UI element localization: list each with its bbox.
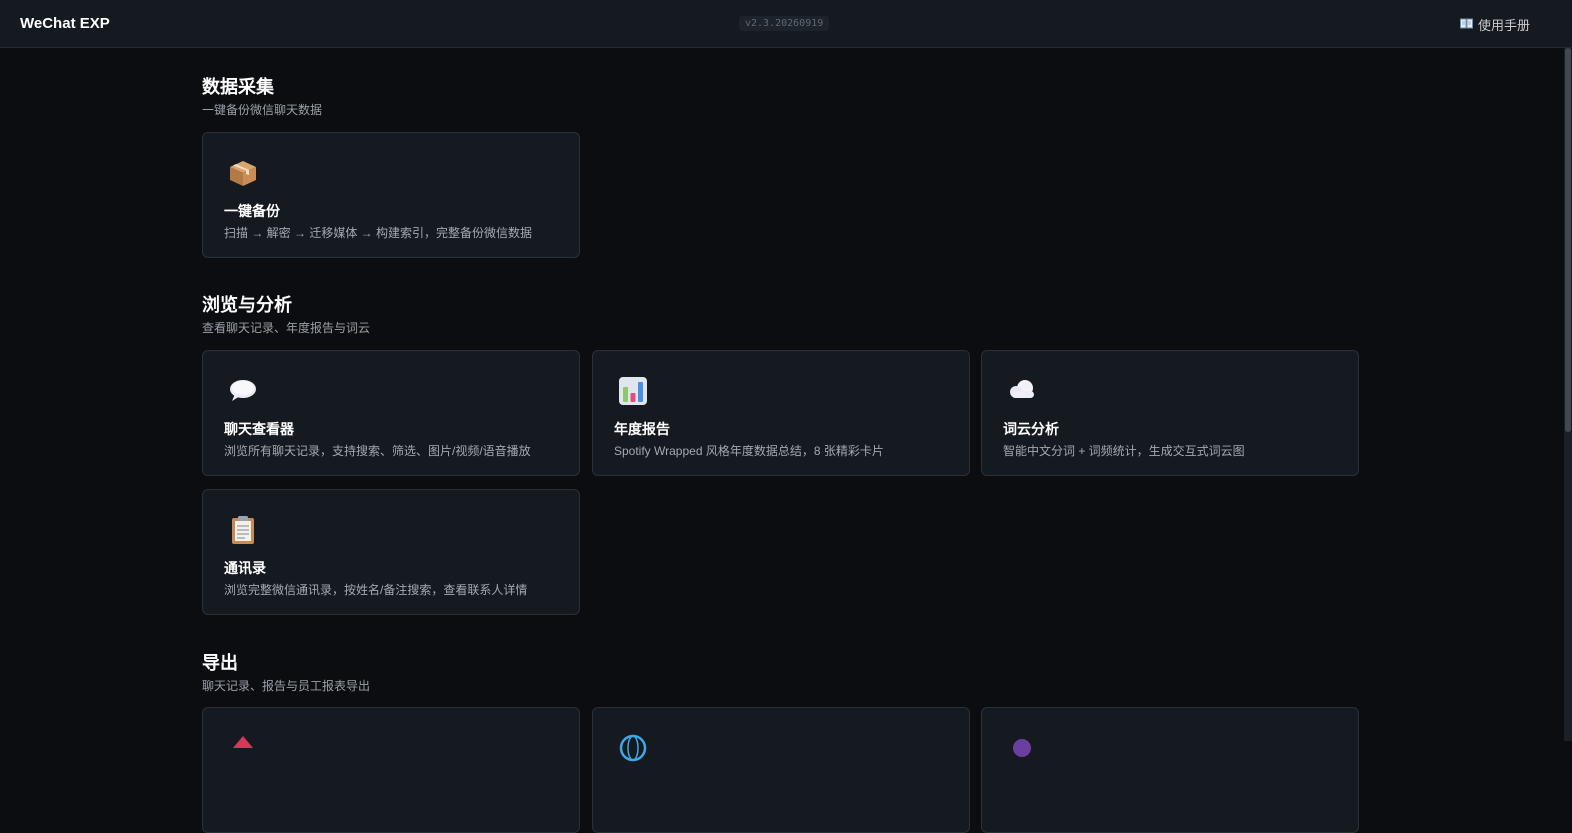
section-subtitle-export: 聊天记录、报告与员工报表导出 — [202, 679, 371, 693]
card-title: 词云分析 — [1003, 421, 1059, 437]
section-subtitle-browse-analysis: 查看聊天记录、年度报告与词云 — [202, 321, 371, 335]
card-description: 浏览完整微信通讯录，按姓名/备注搜索，查看联系人详情 — [224, 583, 528, 597]
card-export-2[interactable] — [592, 707, 970, 833]
bar-chart-icon — [617, 375, 649, 407]
version-badge: v2.3.20260919 — [739, 16, 830, 31]
card-description: 浏览所有聊天记录，支持搜索、筛选、图片/视频/语音播放 — [224, 444, 531, 458]
card-annual-report[interactable]: 年度报告 Spotify Wrapped 风格年度数据总结，8 张精彩卡片 — [592, 350, 970, 476]
card-description: Spotify Wrapped 风格年度数据总结，8 张精彩卡片 — [614, 444, 884, 458]
card-contacts[interactable]: 通讯录 浏览完整微信通讯录，按姓名/备注搜索，查看联系人详情 — [202, 489, 580, 615]
card-description: 扫描 → 解密 → 迁移媒体 → 构建索引，完整备份微信数据 — [224, 226, 533, 240]
section-title-data-collection: 数据采集 — [202, 77, 274, 97]
section-title-export: 导出 — [202, 653, 238, 673]
section-subtitle-data-collection: 一键备份微信聊天数据 — [202, 103, 323, 117]
card-title: 年度报告 — [614, 421, 670, 437]
app-brand[interactable]: WeChat EXP — [20, 15, 110, 32]
card-one-click-backup[interactable]: 一键备份 扫描 → 解密 → 迁移媒体 → 构建索引，完整备份微信数据 — [202, 132, 580, 258]
card-description: 智能中文分词 + 词频统计，生成交互式词云图 — [1003, 444, 1245, 458]
user-manual-link[interactable]: 使用手册 — [1459, 15, 1530, 34]
card-title: 通讯录 — [224, 560, 266, 576]
card-word-cloud[interactable]: 词云分析 智能中文分词 + 词频统计，生成交互式词云图 — [981, 350, 1359, 476]
package-icon — [227, 157, 259, 189]
purple-orb-icon — [1006, 732, 1038, 764]
cloud-icon — [1006, 375, 1038, 407]
card-title: 一键备份 — [224, 203, 280, 219]
clipboard-icon — [227, 514, 259, 546]
scrollbar-thumb[interactable] — [1565, 48, 1571, 432]
card-chat-viewer[interactable]: 聊天查看器 浏览所有聊天记录，支持搜索、筛选、图片/视频/语音播放 — [202, 350, 580, 476]
section-title-browse-analysis: 浏览与分析 — [202, 295, 292, 315]
user-manual-label: 使用手册 — [1477, 18, 1530, 33]
card-export-1[interactable] — [202, 707, 580, 833]
top-bar: WeChat EXP v2.3.20260919 使用手册 — [0, 0, 1572, 48]
book-icon — [1459, 18, 1473, 32]
globe-icon — [617, 732, 649, 764]
export-red-icon — [227, 732, 259, 764]
card-export-3[interactable] — [981, 707, 1359, 833]
card-title: 聊天查看器 — [224, 421, 294, 437]
speech-bubble-icon — [227, 375, 259, 407]
